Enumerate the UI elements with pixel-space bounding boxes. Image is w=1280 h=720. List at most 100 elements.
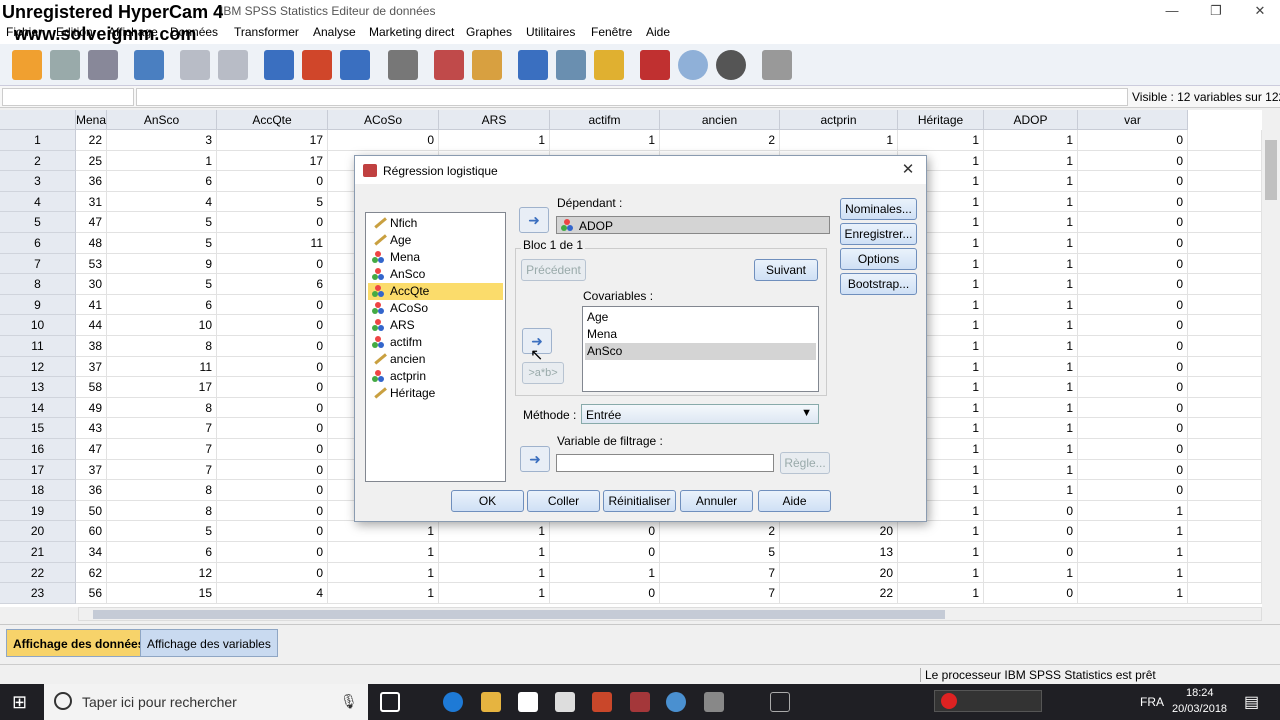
table-cell[interactable]: 1 xyxy=(439,562,550,584)
table-cell[interactable]: 0 xyxy=(1078,336,1188,357)
table-cell[interactable]: 1 xyxy=(984,191,1078,213)
table-cell[interactable]: 0 xyxy=(1078,150,1188,172)
table-cell[interactable]: 0 xyxy=(217,315,328,336)
table-cell[interactable]: 38 xyxy=(76,336,107,357)
undo-icon[interactable] xyxy=(180,50,210,80)
table-cell[interactable]: 60 xyxy=(76,521,107,542)
table-cell[interactable]: 0 xyxy=(1078,377,1188,398)
table-cell[interactable]: 34 xyxy=(76,542,107,563)
table-cell[interactable]: 25 xyxy=(76,150,107,172)
table-cell[interactable]: 7 xyxy=(107,418,217,439)
row-number[interactable]: 23 xyxy=(0,583,76,604)
table-cell[interactable]: 17 xyxy=(217,130,328,151)
record-icon[interactable] xyxy=(941,693,957,709)
table-cell[interactable]: 0 xyxy=(1078,439,1188,460)
table-cell-empty[interactable] xyxy=(1188,377,1262,398)
table-cell[interactable]: 17 xyxy=(217,150,328,172)
table-cell[interactable]: 0 xyxy=(984,500,1078,522)
print-icon[interactable] xyxy=(88,50,118,80)
table-cell[interactable]: 1 xyxy=(328,521,439,542)
table-cell[interactable]: 0 xyxy=(1078,274,1188,295)
table-cell[interactable]: 17 xyxy=(107,377,217,398)
find-icon[interactable] xyxy=(388,50,418,80)
table-cell[interactable]: 0 xyxy=(217,294,328,316)
covariates-list[interactable]: Age Mena AnSco xyxy=(582,306,819,392)
table-cell[interactable]: 22 xyxy=(76,130,107,151)
table-cell[interactable]: 2 xyxy=(660,130,780,151)
row-number[interactable]: 12 xyxy=(0,356,76,378)
table-cell[interactable]: 0 xyxy=(217,253,328,275)
table-cell[interactable]: 20 xyxy=(780,521,898,542)
table-cell[interactable]: 30 xyxy=(76,274,107,295)
table-cell[interactable]: 9 xyxy=(107,253,217,275)
row-number[interactable]: 6 xyxy=(0,233,76,254)
table-cell[interactable]: 6 xyxy=(107,171,217,192)
table-cell[interactable]: 20 xyxy=(780,562,898,584)
recorder-controls[interactable] xyxy=(934,690,1042,712)
column-header[interactable]: ADOP xyxy=(984,110,1078,130)
row-number[interactable]: 10 xyxy=(0,315,76,336)
method-select[interactable]: Entrée ▼ xyxy=(581,404,819,424)
table-cell[interactable]: 1 xyxy=(898,583,984,604)
table-cell[interactable]: 0 xyxy=(217,542,328,563)
split-file-icon[interactable] xyxy=(518,50,548,80)
table-cell[interactable]: 0 xyxy=(1078,315,1188,336)
row-number[interactable]: 8 xyxy=(0,274,76,295)
reset-button[interactable]: Réinitialiser xyxy=(603,490,676,512)
table-cell[interactable]: 56 xyxy=(76,583,107,604)
table-cell-empty[interactable] xyxy=(1188,397,1262,419)
bootstrap-button[interactable]: Bootstrap... xyxy=(840,273,917,295)
row-number[interactable]: 22 xyxy=(0,562,76,584)
table-cell[interactable]: 0 xyxy=(1078,191,1188,213)
table-cell[interactable]: 7 xyxy=(107,459,217,481)
nominal-button[interactable]: Nominales... xyxy=(840,198,917,220)
table-cell[interactable]: 0 xyxy=(1078,418,1188,439)
table-cell[interactable]: 1 xyxy=(439,542,550,563)
row-number[interactable]: 13 xyxy=(0,377,76,398)
table-cell[interactable]: 0 xyxy=(328,130,439,151)
windows-start-icon[interactable]: ⊞ xyxy=(12,692,27,713)
table-cell[interactable]: 0 xyxy=(984,521,1078,542)
table-cell-empty[interactable] xyxy=(1188,233,1262,254)
table-cell[interactable]: 44 xyxy=(76,315,107,336)
table-cell[interactable]: 1 xyxy=(984,562,1078,584)
table-cell[interactable]: 6 xyxy=(107,542,217,563)
table-cell[interactable]: 13 xyxy=(780,542,898,563)
row-number[interactable]: 16 xyxy=(0,439,76,460)
table-cell[interactable]: 0 xyxy=(984,583,1078,604)
table-cell[interactable]: 58 xyxy=(76,377,107,398)
table-cell[interactable]: 15 xyxy=(107,583,217,604)
table-cell[interactable]: 0 xyxy=(550,542,660,563)
table-cell[interactable]: 0 xyxy=(550,583,660,604)
table-cell-empty[interactable] xyxy=(1188,418,1262,439)
table-cell[interactable]: 1 xyxy=(439,130,550,151)
options-button[interactable]: Options xyxy=(840,248,917,270)
save-button[interactable]: Enregistrer... xyxy=(840,223,917,245)
table-cell[interactable]: 1 xyxy=(984,459,1078,481)
table-cell[interactable]: 8 xyxy=(107,480,217,501)
access-icon[interactable] xyxy=(630,692,650,712)
menu-6[interactable]: Marketing direct xyxy=(369,25,454,39)
table-cell[interactable]: 1 xyxy=(898,521,984,542)
table-cell[interactable]: 1 xyxy=(984,294,1078,316)
table-cell[interactable]: 0 xyxy=(1078,459,1188,481)
vertical-scroll-thumb[interactable] xyxy=(1265,140,1277,200)
table-cell[interactable]: 1 xyxy=(984,274,1078,295)
dialog-close-button[interactable]: ✕ xyxy=(896,160,920,180)
table-cell[interactable]: 1 xyxy=(984,480,1078,501)
mail-icon[interactable] xyxy=(555,692,575,712)
column-header[interactable]: Héritage xyxy=(898,110,984,130)
table-cell-empty[interactable] xyxy=(1188,583,1262,604)
row-number[interactable]: 2 xyxy=(0,150,76,172)
table-cell[interactable]: 0 xyxy=(217,521,328,542)
table-cell[interactable]: 1 xyxy=(984,233,1078,254)
table-cell[interactable]: 7 xyxy=(660,562,780,584)
column-header[interactable]: ancien xyxy=(660,110,780,130)
table-cell[interactable]: 1 xyxy=(1078,562,1188,584)
row-number[interactable]: 21 xyxy=(0,542,76,563)
ok-button[interactable]: OK xyxy=(451,490,524,512)
filter-variable-field[interactable] xyxy=(556,454,774,472)
table-cell[interactable]: 0 xyxy=(1078,294,1188,316)
row-number[interactable]: 1 xyxy=(0,130,76,151)
open-icon[interactable] xyxy=(12,50,42,80)
